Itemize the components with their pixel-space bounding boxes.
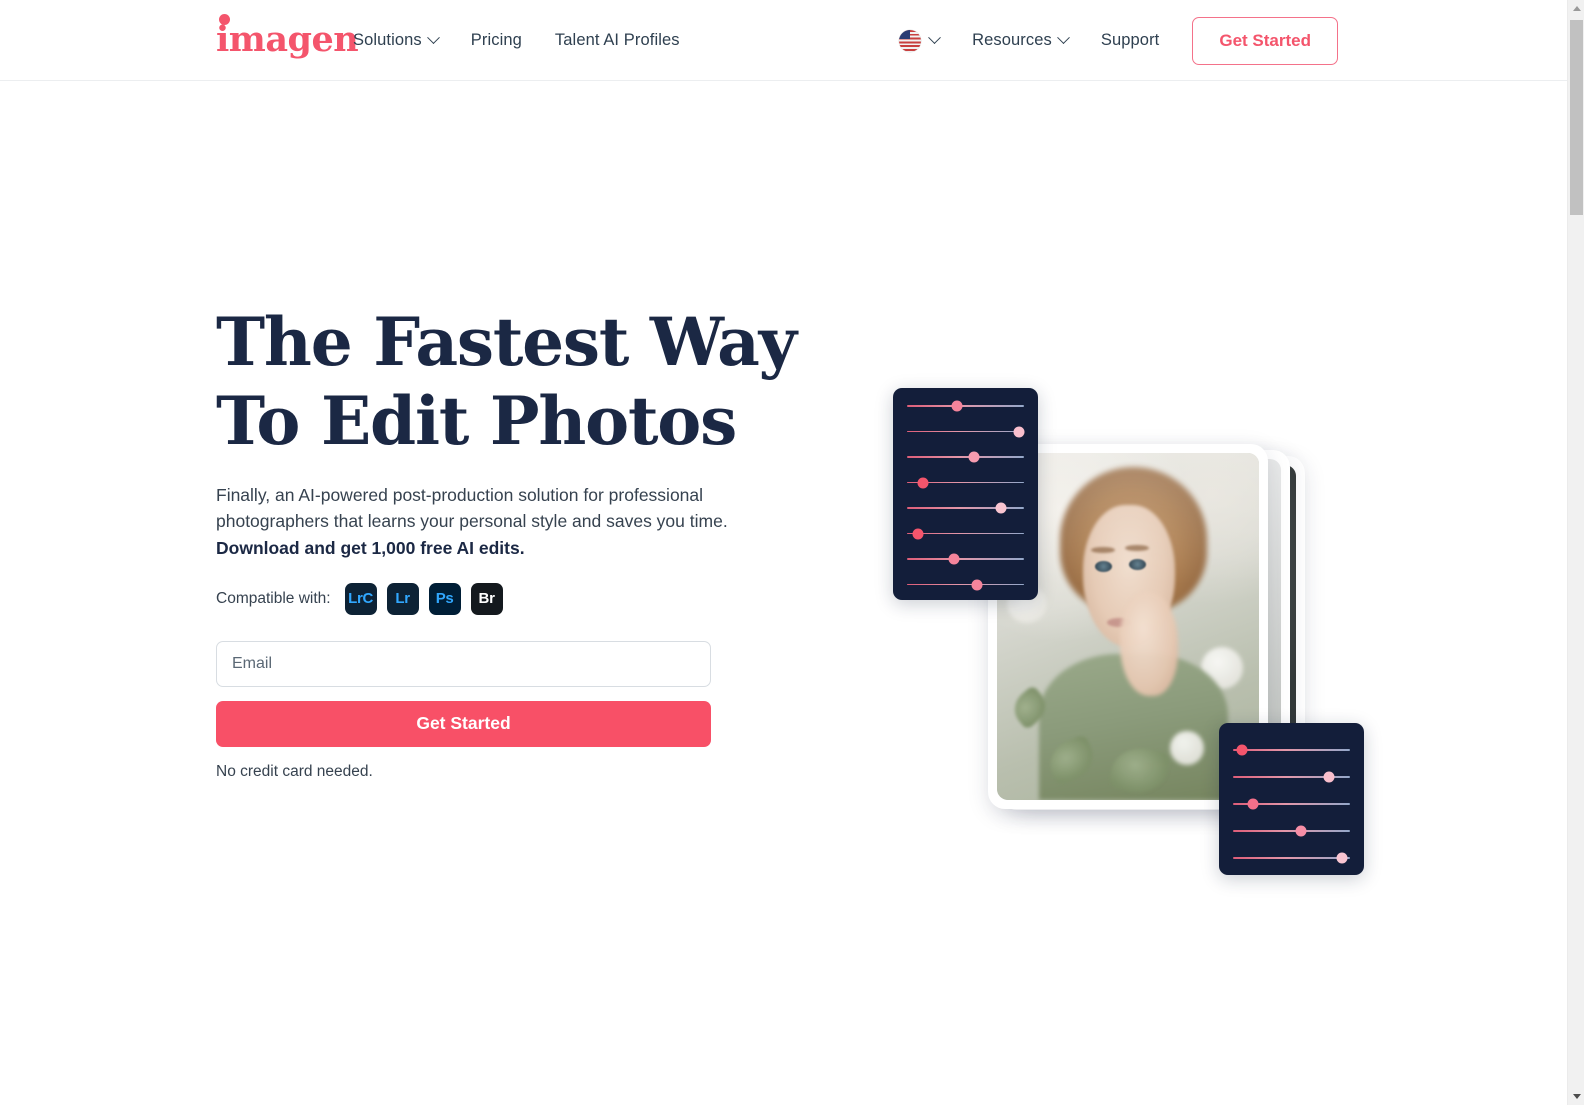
slider-knob[interactable] bbox=[912, 528, 924, 539]
slider-knob[interactable] bbox=[1013, 426, 1025, 437]
hero-subheadline-normal: Finally, an AI-powered post-production s… bbox=[216, 485, 728, 532]
slider-knob[interactable] bbox=[968, 451, 980, 463]
compatibility-label: Compatible with: bbox=[216, 589, 331, 607]
slider-knob[interactable] bbox=[1323, 771, 1335, 783]
nav-secondary-links: Resources Support Get Started bbox=[899, 0, 1338, 81]
slider-row[interactable] bbox=[907, 400, 1024, 412]
slider-knob[interactable] bbox=[1295, 825, 1307, 837]
slider-track[interactable] bbox=[907, 507, 1024, 509]
slider-row[interactable] bbox=[907, 477, 1024, 488]
hero-subheadline: Finally, an AI-powered post-production s… bbox=[216, 482, 746, 560]
slider-row[interactable] bbox=[1233, 825, 1350, 837]
hero-get-started-button[interactable]: Get Started bbox=[216, 700, 711, 747]
app-badge-br: Br bbox=[470, 582, 503, 615]
slider-row[interactable] bbox=[1233, 798, 1350, 810]
hero-artwork bbox=[880, 376, 1400, 896]
nav-item-talent-ai-profiles-label: Talent AI Profiles bbox=[554, 31, 680, 49]
slider-row[interactable] bbox=[907, 579, 1024, 590]
slider-row[interactable] bbox=[907, 426, 1025, 437]
vertical-scrollbar[interactable] bbox=[1567, 0, 1584, 1105]
email-input[interactable] bbox=[216, 640, 711, 687]
slider-knob[interactable] bbox=[971, 579, 983, 590]
slider-row[interactable] bbox=[907, 553, 1024, 565]
slider-track[interactable] bbox=[907, 583, 1024, 586]
no-credit-card-note: No credit card needed. bbox=[216, 762, 373, 780]
signup-form: Get Started No credit card needed. bbox=[216, 640, 711, 781]
slider-track[interactable] bbox=[1233, 830, 1350, 832]
slider-track[interactable] bbox=[907, 456, 1024, 458]
nav-item-talent-ai-profiles[interactable]: Talent AI Profiles bbox=[555, 31, 680, 50]
slider-knob[interactable] bbox=[1236, 744, 1248, 756]
slider-knob[interactable] bbox=[948, 553, 960, 565]
nav-item-solutions[interactable]: Solutions bbox=[353, 31, 440, 50]
nav-item-pricing[interactable]: Pricing bbox=[471, 31, 522, 50]
slider-track[interactable] bbox=[907, 430, 1024, 433]
brand-logo[interactable]: imagen bbox=[216, 14, 359, 62]
slider-row[interactable] bbox=[1233, 852, 1350, 864]
nav-item-solutions-label: Solutions bbox=[353, 31, 422, 49]
slider-knob[interactable] bbox=[1247, 798, 1259, 810]
slider-track[interactable] bbox=[1233, 749, 1350, 751]
language-selector[interactable] bbox=[899, 29, 941, 52]
nav-item-pricing-label: Pricing bbox=[470, 31, 522, 49]
compatibility-row: Compatible with: LrC Lr Ps Br bbox=[216, 582, 796, 615]
adjustment-sliders-panel-bottom[interactable] bbox=[1219, 723, 1364, 875]
logo-dot-icon bbox=[219, 14, 230, 25]
nav-item-support[interactable]: Support bbox=[1101, 31, 1160, 50]
scrollbar-thumb[interactable] bbox=[1570, 20, 1583, 215]
slider-row[interactable] bbox=[1233, 771, 1350, 783]
page-root: imagen Solutions Pricing Talent AI Profi… bbox=[0, 0, 1567, 1105]
slider-knob[interactable] bbox=[1336, 852, 1348, 864]
page-title: The Fastest Way To Edit Photos bbox=[216, 303, 797, 461]
top-navigation-bar: imagen Solutions Pricing Talent AI Profi… bbox=[0, 0, 1567, 81]
slider-row[interactable] bbox=[907, 502, 1024, 514]
chevron-down-icon bbox=[1056, 31, 1070, 45]
brand-logo-text: imagen bbox=[216, 18, 359, 60]
slider-knob[interactable] bbox=[951, 400, 963, 412]
slider-track[interactable] bbox=[907, 405, 1024, 407]
nav-get-started-button[interactable]: Get Started bbox=[1192, 16, 1338, 65]
slider-track[interactable] bbox=[907, 558, 1024, 560]
chevron-down-icon bbox=[928, 31, 941, 45]
hero-subheadline-bold: Download and get 1,000 free AI edits. bbox=[216, 537, 525, 558]
slider-track[interactable] bbox=[1233, 857, 1350, 859]
nav-primary-links: Solutions Pricing Talent AI Profiles bbox=[353, 0, 680, 81]
adjustment-sliders-panel-top[interactable] bbox=[893, 388, 1038, 600]
slider-row[interactable] bbox=[907, 451, 1024, 463]
app-badge-ps: Ps bbox=[428, 582, 461, 615]
slider-row[interactable] bbox=[1233, 744, 1350, 756]
slider-track[interactable] bbox=[907, 532, 1024, 535]
hero-copy-column: The Fastest Way To Edit Photos Finally, … bbox=[216, 303, 797, 781]
slider-knob[interactable] bbox=[917, 477, 929, 488]
slider-row[interactable] bbox=[907, 528, 1024, 539]
chevron-down-icon bbox=[426, 31, 440, 45]
hero-section: The Fastest Way To Edit Photos Finally, … bbox=[0, 81, 1567, 1105]
nav-item-support-label: Support bbox=[1100, 31, 1160, 49]
us-flag-icon bbox=[899, 29, 922, 52]
app-badge-lrc: LrC bbox=[344, 582, 377, 615]
scroll-down-arrow-icon[interactable] bbox=[1568, 1088, 1584, 1105]
scroll-up-arrow-icon[interactable] bbox=[1568, 0, 1584, 17]
nav-item-resources-label: Resources bbox=[972, 31, 1052, 49]
nav-item-resources[interactable]: Resources bbox=[972, 31, 1070, 50]
slider-knob[interactable] bbox=[995, 502, 1007, 514]
app-badge-lr: Lr bbox=[386, 582, 419, 615]
